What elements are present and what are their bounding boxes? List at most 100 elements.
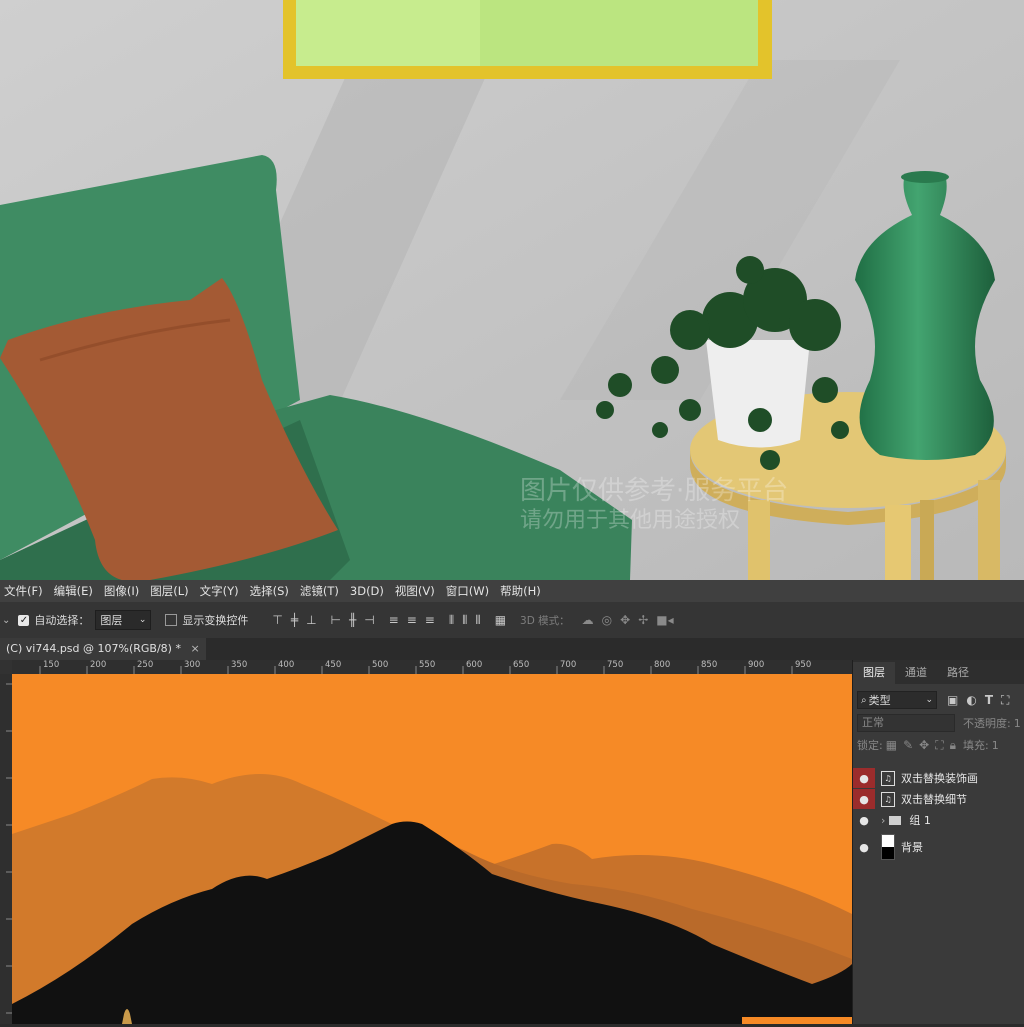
smart-object-icon: ♫	[881, 791, 895, 807]
ruler-ticks	[6, 683, 12, 1014]
document-title: (C) vi744.psd @ 107%(RGB/8) *	[6, 642, 181, 655]
watermark-line: 图片仅供参考·服务平台	[520, 476, 789, 506]
options-bar: ⌄ ✓ 自动选择： 图层 ⌄ 显示变换控件 ⊤ ╪ ⊥ ⊢ ╫ ⊣ ≡ ≡ ≡ …	[0, 602, 1024, 639]
layer-row[interactable]: ● ♫ 双击替换装饰画	[853, 768, 1024, 788]
menu-edit[interactable]: 编辑(E)	[50, 583, 100, 599]
ruler-label: 350	[231, 660, 248, 670]
align-right-icon[interactable]: ⊣	[364, 613, 374, 627]
watermark: 图片仅供参考·服务平台 请勿用于其他用途授权	[520, 476, 788, 536]
layer-select-dropdown[interactable]: 图层 ⌄	[95, 610, 152, 630]
layer-name: 背景	[901, 841, 923, 854]
visibility-eye-icon[interactable]: ●	[853, 837, 875, 857]
close-icon[interactable]: ×	[190, 642, 199, 655]
ruler-label: 600	[466, 660, 483, 670]
menu-type[interactable]: 文字(Y)	[196, 583, 246, 599]
tab-channels[interactable]: 通道	[895, 662, 937, 684]
ruler-label: 250	[137, 660, 154, 670]
lock-transparent-icon[interactable]: ▦	[886, 738, 897, 752]
distribute-left-icon[interactable]: ⦀	[449, 613, 454, 628]
distribute-hcenter-icon[interactable]: ⦀	[462, 613, 467, 628]
side-table-leg	[978, 480, 1000, 580]
menu-layer[interactable]: 图层(L)	[146, 583, 195, 599]
3d-orbit-icon[interactable]: ☁	[582, 613, 594, 627]
layer-row[interactable]: ● › 组 1	[853, 810, 1024, 830]
ruler-label: 150	[43, 660, 60, 670]
menu-bar: 文件(F) 编辑(E) 图像(I) 图层(L) 文字(Y) 选择(S) 滤镜(T…	[0, 580, 1024, 602]
layer-row[interactable]: ● 背景	[853, 833, 1024, 861]
lock-image-icon[interactable]: ✎	[903, 738, 913, 752]
layers-panel: 图层 通道 路径 ⌕ 类型 ⌄ ▣ ◐ T ⛶ 正常 不透明度: 1 锁定: ▦…	[852, 660, 1024, 1024]
3d-roll-icon[interactable]: ◎	[602, 613, 612, 627]
lock-label: 锁定:	[857, 739, 883, 752]
tool-preset-chevron-icon[interactable]: ⌄	[2, 615, 10, 626]
blend-mode-dropdown[interactable]: 正常	[857, 714, 955, 732]
filter-shape-icon[interactable]: ⛶	[1001, 693, 1009, 708]
menu-image[interactable]: 图像(I)	[100, 583, 146, 599]
opacity-value[interactable]: 1	[1014, 717, 1021, 730]
smart-object-icon: ♫	[881, 770, 895, 786]
filter-type-icon[interactable]: T	[985, 693, 993, 707]
document-tab[interactable]: (C) vi744.psd @ 107%(RGB/8) * ×	[0, 638, 206, 660]
fill-value[interactable]: 1	[992, 739, 999, 752]
document-canvas[interactable]	[12, 674, 852, 1024]
align-vcenter-icon[interactable]: ╪	[291, 613, 298, 627]
layer-select-value: 图层	[100, 614, 123, 627]
menu-window[interactable]: 窗口(W)	[442, 583, 496, 599]
ruler-label: 300	[184, 660, 201, 670]
ruler-label: 700	[560, 660, 577, 670]
distribute-vcenter-icon[interactable]: ≡	[407, 613, 417, 627]
menu-view[interactable]: 视图(V)	[391, 583, 442, 599]
mode-3d-label: 3D 模式：	[520, 614, 570, 627]
lock-position-icon[interactable]: ✥	[919, 738, 929, 752]
menu-3d[interactable]: 3D(D)	[346, 584, 391, 598]
3d-camera-icon[interactable]: ■◂	[656, 613, 673, 627]
auto-select-checkbox[interactable]: ✓	[18, 614, 30, 626]
lock-artboard-icon[interactable]: ⛶	[935, 738, 943, 753]
align-left-icon[interactable]: ⊢	[331, 613, 341, 627]
filter-adjustment-icon[interactable]: ◐	[966, 693, 976, 707]
blend-mode-value: 正常	[862, 716, 884, 729]
align-hcenter-icon[interactable]: ╫	[349, 613, 356, 627]
vertical-ruler	[0, 674, 12, 1024]
ruler-label: 950	[795, 660, 812, 670]
auto-align-icon[interactable]: ▦	[495, 613, 506, 627]
layer-filter-value: 类型	[868, 694, 891, 707]
search-icon: ⌕	[861, 694, 867, 706]
layer-filter-row: ⌕ 类型 ⌄ ▣ ◐ T ⛶	[857, 690, 1024, 710]
menu-filter[interactable]: 滤镜(T)	[296, 583, 346, 599]
align-bottom-icon[interactable]: ⊥	[306, 613, 316, 627]
expand-chevron-icon[interactable]: ›	[881, 814, 885, 827]
folder-icon	[889, 815, 902, 825]
ruler-label: 450	[325, 660, 342, 670]
show-transform-checkbox[interactable]	[165, 614, 178, 626]
layer-thumbnail	[881, 834, 895, 860]
fill-label: 填充:	[962, 739, 989, 752]
filter-pixel-icon[interactable]: ▣	[947, 693, 958, 707]
3d-pan-icon[interactable]: ✥	[620, 613, 630, 627]
3d-slide-icon[interactable]: ✢	[638, 613, 648, 627]
ruler-label: 200	[90, 660, 107, 670]
layer-name: 双击替换装饰画	[901, 772, 978, 785]
tab-layers[interactable]: 图层	[853, 662, 895, 684]
layer-filter-dropdown[interactable]: ⌕ 类型 ⌄	[857, 691, 937, 709]
chevron-down-icon: ⌄	[138, 615, 147, 625]
lock-all-icon[interactable]: 🔒︎	[950, 738, 956, 753]
layer-name: 双击替换细节	[901, 793, 967, 806]
tab-paths[interactable]: 路径	[937, 662, 979, 684]
blend-row: 正常 不透明度: 1	[857, 714, 1024, 732]
menu-help[interactable]: 帮助(H)	[496, 583, 548, 599]
distribute-bottom-icon[interactable]: ≡	[425, 613, 435, 627]
visibility-eye-icon[interactable]: ●	[853, 810, 875, 830]
menu-select[interactable]: 选择(S)	[246, 583, 296, 599]
lock-row: 锁定: ▦ ✎ ✥ ⛶ 🔒︎ 填充: 1	[857, 736, 1024, 754]
ruler-label: 650	[513, 660, 530, 670]
align-top-icon[interactable]: ⊤	[272, 613, 282, 627]
show-transform-label: 显示变换控件	[182, 614, 249, 627]
distribute-top-icon[interactable]: ≡	[389, 613, 399, 627]
side-table-leg	[885, 505, 911, 580]
layer-row[interactable]: ● ♫ 双击替换细节	[853, 789, 1024, 809]
menu-file[interactable]: 文件(F)	[0, 583, 50, 599]
visibility-eye-icon[interactable]: ●	[853, 789, 875, 809]
distribute-right-icon[interactable]: ⦀	[475, 613, 480, 628]
visibility-eye-icon[interactable]: ●	[853, 768, 875, 788]
